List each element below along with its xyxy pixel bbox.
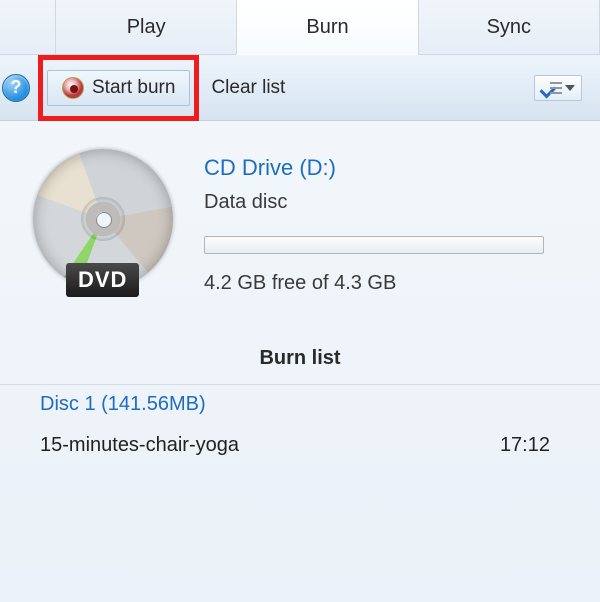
tab-label: Play [127,16,166,39]
list-options-button[interactable] [534,75,582,101]
dvd-badge: DVD [66,263,139,297]
drive-name-link[interactable]: CD Drive (D:) [204,155,580,181]
disc-type-label: Data disc [204,191,580,214]
chevron-down-icon [565,85,575,91]
dvd-drive-icon: DVD [28,149,178,299]
clear-list-button[interactable]: Clear list [211,77,285,99]
drive-section: DVD CD Drive (D:) Data disc 4.2 GB free … [0,121,600,317]
annotation-highlight: Start burn [38,55,199,121]
tab-burn[interactable]: Burn [236,0,417,55]
disc-label: Disc 1 (141.56MB) [0,384,600,424]
burn-disc-icon [62,77,84,99]
burn-toolbar: ? Start burn Clear list [0,55,600,121]
clear-list-label: Clear list [211,77,285,98]
track-title: 15-minutes-chair-yoga [40,434,239,457]
start-burn-label: Start burn [92,77,175,99]
tab-label: Burn [306,16,348,39]
start-burn-button[interactable]: Start burn [47,70,190,106]
drive-info: CD Drive (D:) Data disc 4.2 GB free of 4… [204,149,580,295]
help-icon[interactable]: ? [2,74,30,102]
free-space-label: 4.2 GB free of 4.3 GB [204,272,580,295]
track-duration: 17:12 [500,434,550,457]
tab-label: Sync [487,16,531,39]
list-item[interactable]: 15-minutes-chair-yoga 17:12 [0,424,600,467]
tab-bar: Play Burn Sync [0,0,600,55]
capacity-bar [204,236,544,254]
tab-sync[interactable]: Sync [418,0,600,54]
burn-list-header: Burn list [0,317,600,384]
checklist-icon [541,80,561,96]
tab-play[interactable]: Play [55,0,236,54]
